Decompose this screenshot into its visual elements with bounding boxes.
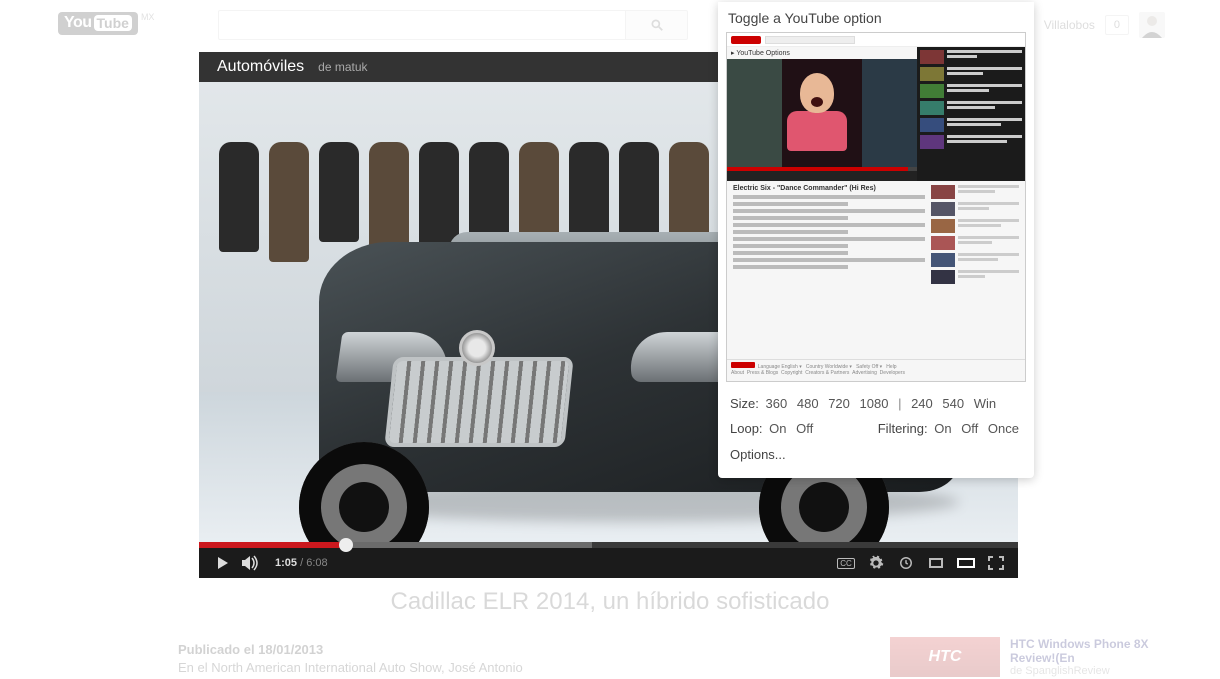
filter-label: Filtering: xyxy=(878,421,928,436)
settings-button[interactable] xyxy=(864,551,888,575)
loop-on[interactable]: On xyxy=(769,421,786,436)
volume-icon xyxy=(242,555,260,571)
loop-row: Loop: On Off xyxy=(730,417,816,442)
time-total: 6:08 xyxy=(306,557,327,569)
gear-icon xyxy=(868,555,884,571)
watch-later-button[interactable] xyxy=(894,551,918,575)
clock-icon xyxy=(899,556,913,570)
size-240[interactable]: 240 xyxy=(911,396,933,411)
options-popup: Toggle a YouTube option ▸ YouTube Option… xyxy=(718,2,1034,478)
category-title[interactable]: Automóviles xyxy=(217,58,304,76)
time-current: 1:05 xyxy=(275,557,297,569)
fullscreen-icon xyxy=(988,556,1004,570)
progress-played xyxy=(199,542,346,548)
play-button[interactable] xyxy=(209,549,237,577)
size-wide-button[interactable] xyxy=(954,551,978,575)
size-label: Size: xyxy=(730,396,759,411)
options-link[interactable]: Options... xyxy=(718,443,1034,468)
size-360[interactable]: 360 xyxy=(766,396,788,411)
author-link[interactable]: de matuk xyxy=(318,60,367,74)
size-win[interactable]: Win xyxy=(974,396,996,411)
loop-label: Loop: xyxy=(730,421,763,436)
cc-button[interactable]: CC xyxy=(834,551,858,575)
player-controls: 1:05 / 6:08 CC xyxy=(199,548,1018,578)
size-1080[interactable]: 1080 xyxy=(860,396,889,411)
size-720[interactable]: 720 xyxy=(828,396,850,411)
loop-off[interactable]: Off xyxy=(796,421,813,436)
mini-logo-icon xyxy=(731,36,761,44)
filter-row: Filtering: On Off Once xyxy=(878,417,1022,442)
popup-preview: ▸ YouTube Options Electric Six - "Dance … xyxy=(726,32,1026,382)
wide-player-icon xyxy=(957,558,975,568)
popup-title: Toggle a YouTube option xyxy=(718,2,1034,32)
filter-off[interactable]: Off xyxy=(961,421,978,436)
progress-bar[interactable] xyxy=(199,542,1018,548)
time-display: 1:05 / 6:08 xyxy=(275,557,328,569)
play-icon xyxy=(218,557,228,569)
popup-options: Size: 360 480 720 1080 | 240 540 Win Loo… xyxy=(718,382,1034,443)
size-small-button[interactable] xyxy=(924,551,948,575)
size-row: Size: 360 480 720 1080 | 240 540 Win xyxy=(730,392,1022,417)
progress-loaded xyxy=(346,542,592,548)
filter-once[interactable]: Once xyxy=(988,421,1019,436)
fullscreen-button[interactable] xyxy=(984,551,1008,575)
small-player-icon xyxy=(929,558,943,568)
cc-icon: CC xyxy=(837,558,855,569)
size-540[interactable]: 540 xyxy=(942,396,964,411)
size-480[interactable]: 480 xyxy=(797,396,819,411)
filter-on[interactable]: On xyxy=(934,421,951,436)
volume-button[interactable] xyxy=(237,549,265,577)
